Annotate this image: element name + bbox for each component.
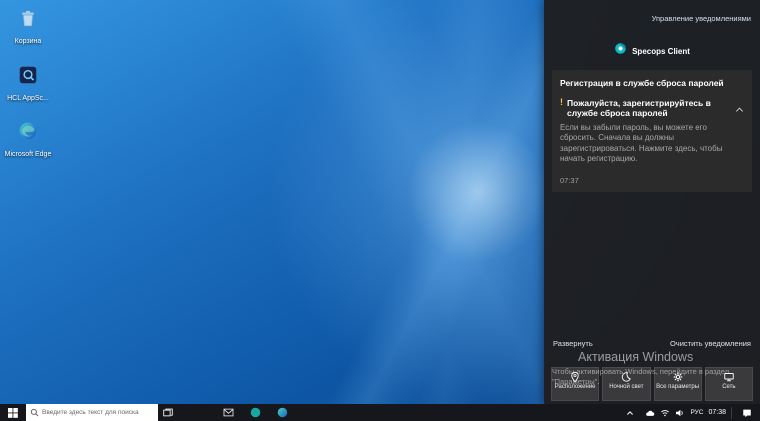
quick-action-label: Все параметры	[656, 384, 699, 391]
desktop-icon-microsoft-edge[interactable]: Microsoft Edge	[2, 120, 54, 161]
desktop-icon-label: HCL AppSc...	[7, 95, 49, 102]
collapse-chevron-icon[interactable]	[735, 100, 744, 118]
manage-notifications-link[interactable]: Управление уведомлениями	[652, 14, 751, 23]
notification-title: Пожалуйста, зарегистрируйтесь в службе с…	[567, 98, 731, 119]
clear-notifications-link[interactable]: Очистить уведомления	[670, 339, 751, 348]
network-icon	[723, 371, 735, 383]
notification-app-header[interactable]: Specops Client	[544, 42, 760, 60]
start-button[interactable]	[0, 404, 26, 421]
edge-app-icon[interactable]	[272, 404, 292, 421]
mail-app-icon[interactable]	[218, 404, 238, 421]
settings-gear-icon	[672, 371, 684, 383]
notification-time: 07:37	[560, 176, 744, 185]
clock[interactable]: 07:38	[708, 409, 726, 416]
system-tray: РУС 07:38	[620, 404, 760, 421]
tray-divider	[731, 407, 732, 419]
desktop: Корзина HCL AppSc... Microsoft E	[0, 0, 760, 421]
quick-action-network[interactable]: Сеть	[705, 367, 753, 401]
desktop-icon-label: Корзина	[15, 38, 42, 45]
language-indicator[interactable]: РУС	[690, 409, 703, 416]
action-center-button[interactable]	[737, 404, 757, 421]
specops-icon	[614, 42, 627, 60]
expand-notifications-link[interactable]: Развернуть	[553, 339, 593, 348]
search-icon	[30, 404, 39, 421]
quick-action-label: Ночной свет	[609, 384, 643, 391]
onedrive-cloud-icon[interactable]	[645, 404, 655, 421]
task-view-button[interactable]	[158, 404, 178, 421]
action-center-panel: Управление уведомлениями Specops Client …	[544, 0, 760, 404]
location-icon	[569, 371, 581, 383]
warning-icon: !	[560, 98, 563, 108]
search-input[interactable]	[42, 409, 154, 416]
desktop-icon-recycle-bin[interactable]: Корзина	[2, 7, 54, 48]
quick-actions-row: Расположение Ночной свет	[551, 367, 753, 401]
taskbar: РУС 07:38	[0, 404, 760, 421]
notification-body: Если вы забыли пароль, вы можете его сбр…	[560, 123, 744, 165]
desktop-icon-label: Microsoft Edge	[5, 151, 52, 158]
hcl-appscan-icon	[17, 64, 39, 86]
notification-card[interactable]: Регистрация в службе сброса паролей ! По…	[552, 70, 752, 192]
windows-logo-icon	[8, 408, 18, 418]
notification-app-name: Specops Client	[632, 47, 690, 56]
volume-icon[interactable]	[675, 404, 685, 421]
notification-group-title: Регистрация в службе сброса паролей	[560, 78, 744, 89]
taskbar-search-box[interactable]	[26, 404, 158, 421]
taskbar-pinned-apps	[218, 404, 292, 421]
network-wifi-icon[interactable]	[660, 404, 670, 421]
quick-action-location[interactable]: Расположение	[551, 367, 599, 401]
quick-action-night-light[interactable]: Ночной свет	[602, 367, 650, 401]
recycle-bin-icon	[17, 7, 39, 29]
store-app-icon[interactable]	[245, 404, 265, 421]
desktop-icon-hcl-appscan[interactable]: HCL AppSc...	[2, 64, 54, 105]
quick-action-all-settings[interactable]: Все параметры	[654, 367, 702, 401]
show-hidden-icons-chevron[interactable]	[620, 404, 640, 421]
quick-action-label: Сеть	[722, 384, 735, 391]
night-light-icon	[620, 371, 632, 383]
microsoft-edge-icon	[17, 120, 39, 142]
quick-action-label: Расположение	[555, 384, 596, 391]
